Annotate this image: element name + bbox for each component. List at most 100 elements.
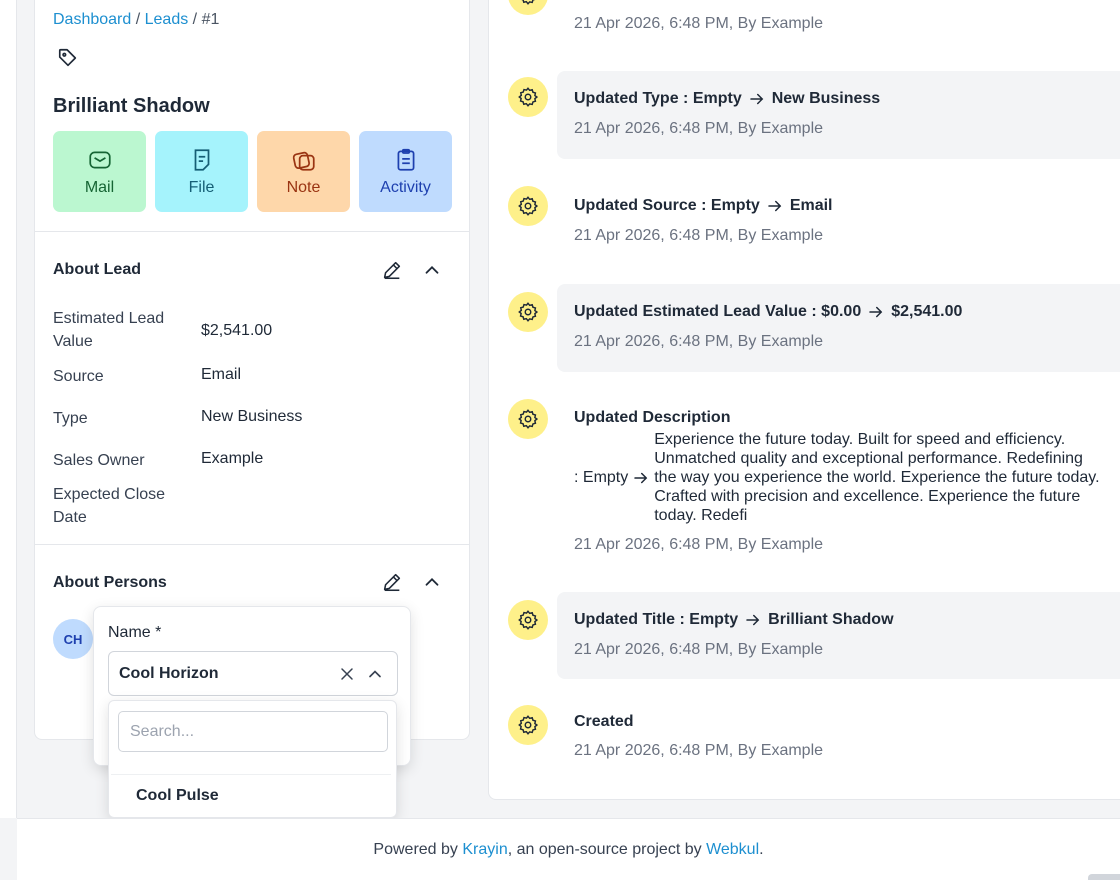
arrow-right-icon xyxy=(869,306,883,318)
activity-highlight xyxy=(557,284,1120,372)
activity-title: Created xyxy=(574,713,634,730)
arrow-right-icon xyxy=(749,93,764,105)
person-select[interactable]: Cool Horizon xyxy=(108,651,398,696)
field-label: Sales Owner xyxy=(53,452,145,469)
krayin-link[interactable]: Krayin xyxy=(462,841,507,858)
search-input[interactable] xyxy=(118,711,388,752)
activity-timeline: 21 Apr 2026, 6:48 PM, By Example Updated… xyxy=(488,0,1120,800)
about-lead-controls xyxy=(381,259,443,281)
name-field-label: Name * xyxy=(108,624,162,641)
tag-icon[interactable] xyxy=(57,47,79,69)
chevron-up-icon[interactable] xyxy=(421,571,443,593)
arrow-right-icon xyxy=(746,614,760,626)
lead-title: Brilliant Shadow xyxy=(53,95,210,117)
breadcrumb-leads-link[interactable]: Leads xyxy=(145,11,189,28)
gear-icon xyxy=(518,715,539,735)
field-value: Email xyxy=(201,366,242,383)
activity-field: Updated Title : Empty xyxy=(574,611,739,628)
gear-icon xyxy=(518,409,539,429)
gear-badge xyxy=(508,186,548,226)
edit-pencil-icon[interactable] xyxy=(381,259,403,281)
arrow-right-icon xyxy=(768,200,782,212)
divider xyxy=(111,774,391,775)
footer-text: , an open-source project by xyxy=(507,841,707,858)
edit-pencil-icon[interactable] xyxy=(381,571,403,593)
note-button-label: Note xyxy=(286,178,321,196)
breadcrumb-current: #1 xyxy=(201,11,220,28)
divider xyxy=(35,544,469,545)
avatar: CH xyxy=(53,619,93,659)
file-icon xyxy=(194,148,209,171)
field-label: Expected Close Date xyxy=(53,486,166,526)
chevron-up-icon[interactable] xyxy=(421,259,443,281)
gear-badge xyxy=(508,292,548,332)
field-label: Estimated Lead Value xyxy=(53,310,165,350)
gear-badge xyxy=(508,600,548,640)
webkul-link[interactable]: Webkul xyxy=(706,841,759,858)
activity-new-value: Brilliant Shadow xyxy=(768,611,894,628)
footer-text: Powered by xyxy=(373,841,463,858)
chevron-up-icon[interactable] xyxy=(365,664,385,684)
mail-icon xyxy=(88,151,111,168)
field-value: Example xyxy=(201,450,264,467)
field-label: Type xyxy=(53,410,88,427)
activity-title: Updated Source : Empty Email xyxy=(574,197,833,215)
note-icon xyxy=(292,151,315,171)
activity-field: Updated Estimated Lead Value : $0.00 xyxy=(574,303,862,320)
mail-button-label: Mail xyxy=(84,178,115,196)
activity-title: Updated Description xyxy=(574,409,731,426)
file-button-label: File xyxy=(188,178,215,196)
breadcrumb-separator: / xyxy=(188,11,202,28)
activity-icon xyxy=(397,148,414,171)
activity-meta: 21 Apr 2026, 6:48 PM, By Example xyxy=(574,15,824,32)
activity-button-label: Activity xyxy=(380,178,431,196)
gear-icon xyxy=(518,610,539,630)
gear-icon xyxy=(518,302,539,322)
gear-icon xyxy=(518,87,539,107)
dropdown-option[interactable]: Cool Pulse xyxy=(136,787,219,805)
person-select-value: Cool Horizon xyxy=(119,665,219,682)
footer-text: . xyxy=(759,841,764,858)
activity-highlight xyxy=(557,71,1120,159)
activity-field: Updated Type : Empty xyxy=(574,90,742,107)
description-new-value: Experience the future today. Built for s… xyxy=(654,431,1100,524)
gear-badge xyxy=(508,399,548,439)
activity-title: Updated Estimated Lead Value : $0.00 $2,… xyxy=(574,303,962,321)
file-button[interactable]: File xyxy=(155,131,248,212)
activity-field: Updated Source : Empty xyxy=(574,197,760,214)
gear-icon xyxy=(521,0,536,5)
breadcrumb: Dashboard / Leads / #1 xyxy=(53,11,219,29)
about-persons-controls xyxy=(381,571,443,593)
activity-meta: 21 Apr 2026, 6:48 PM, By Example xyxy=(574,742,824,759)
breadcrumb-dashboard-link[interactable]: Dashboard xyxy=(53,11,131,28)
note-button[interactable]: Note xyxy=(257,131,350,212)
activity-meta: 21 Apr 2026, 6:48 PM, By Example xyxy=(574,536,824,553)
activity-highlight xyxy=(557,592,1120,679)
about-lead-heading: About Lead xyxy=(53,261,141,278)
description-change: : Empty Experience the future today. Bui… xyxy=(574,430,1109,525)
field-label: Source xyxy=(53,368,104,385)
person-dropdown: Cool Pulse xyxy=(108,700,397,818)
activity-new-value: New Business xyxy=(771,90,881,107)
mail-button[interactable]: Mail xyxy=(53,131,146,212)
footer: Powered by Krayin, an open-source projec… xyxy=(17,818,1120,880)
action-buttons: Mail File Note Activity xyxy=(53,131,452,212)
left-rail xyxy=(0,0,17,818)
activity-new-value: $2,541.00 xyxy=(891,303,963,320)
activity-title: Updated Type : Empty New Business xyxy=(574,90,880,108)
field-value: $2,541.00 xyxy=(201,322,273,339)
gear-icon xyxy=(518,196,539,216)
activity-meta: 21 Apr 2026, 6:48 PM, By Example xyxy=(574,120,824,137)
gear-badge xyxy=(508,77,548,117)
activity-title: Updated Title : Empty Brilliant Shadow xyxy=(574,611,894,629)
breadcrumb-separator: / xyxy=(131,11,145,28)
gear-badge xyxy=(508,0,548,15)
activity-button[interactable]: Activity xyxy=(359,131,452,212)
about-persons-heading: About Persons xyxy=(53,574,167,591)
field-value: New Business xyxy=(201,408,303,425)
activity-old-value: : Empty xyxy=(574,468,629,486)
clear-icon[interactable] xyxy=(337,664,357,684)
activity-meta: 21 Apr 2026, 6:48 PM, By Example xyxy=(574,227,824,244)
activity-meta: 21 Apr 2026, 6:48 PM, By Example xyxy=(574,333,824,350)
scroll-corner xyxy=(1088,874,1120,880)
